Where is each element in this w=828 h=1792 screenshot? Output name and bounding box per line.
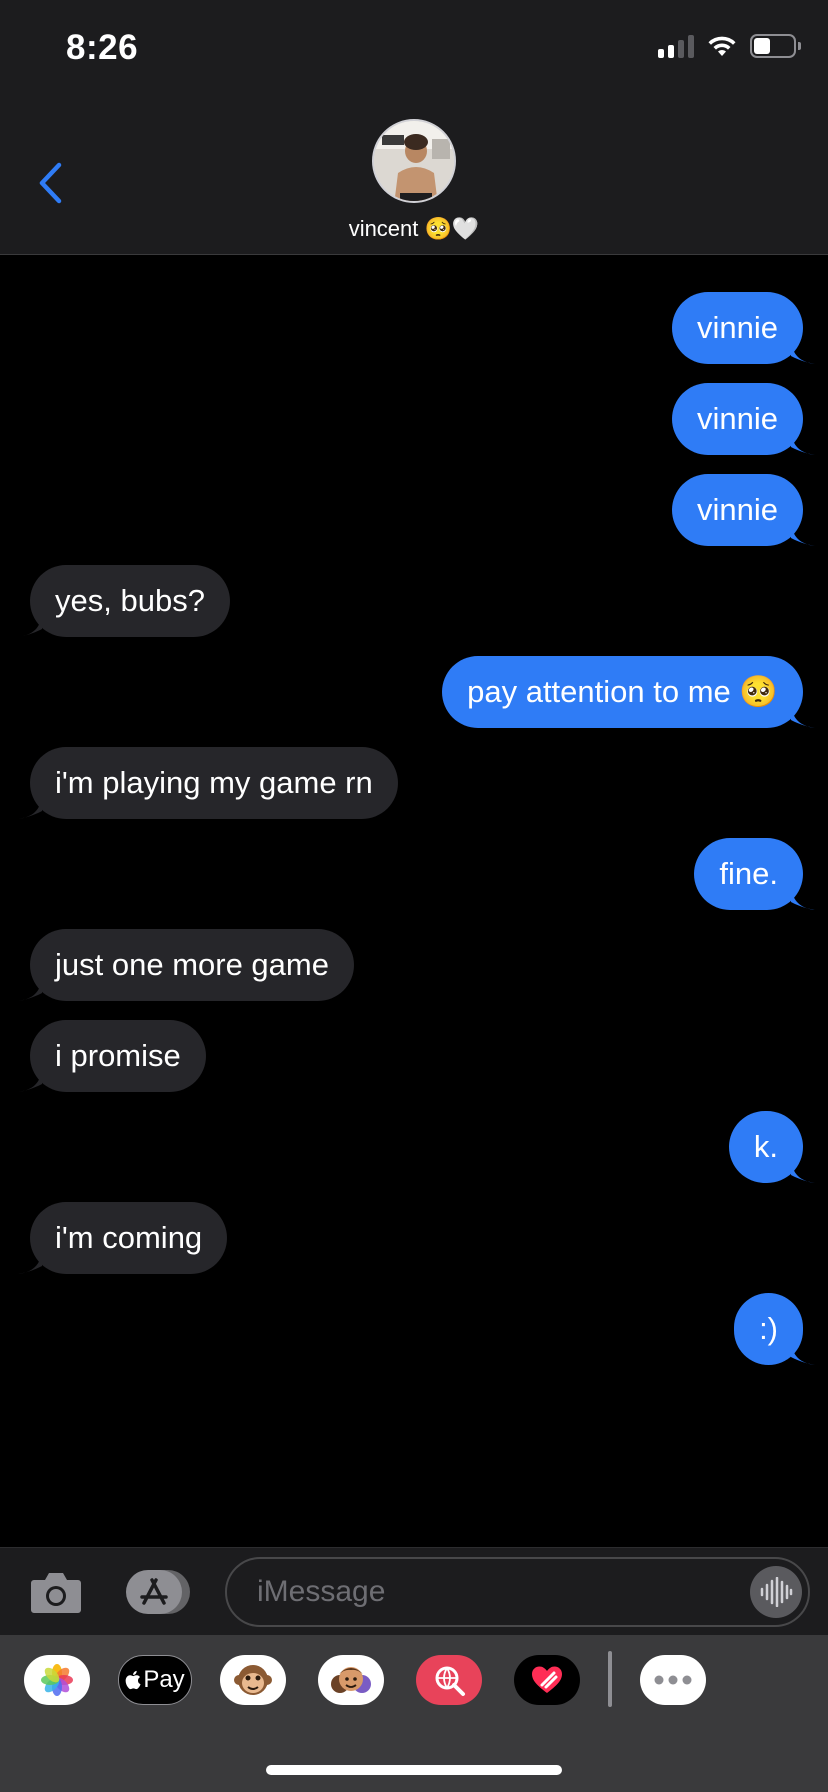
contact-avatar-photo — [374, 121, 454, 201]
message-text: i promise — [55, 1038, 181, 1073]
animoji-monkey-icon — [234, 1665, 272, 1695]
bubble-tail — [791, 524, 815, 546]
incoming-message[interactable]: i promise — [18, 1020, 206, 1092]
bubble-tail — [791, 888, 815, 910]
message-text: vinnie — [697, 310, 778, 345]
web-search-button[interactable] — [416, 1655, 482, 1705]
bubble-tail — [791, 433, 815, 455]
message-thread: vinnie vinnie vinnie yes, bubs? pay atte… — [0, 256, 828, 1546]
conversation-header: 8:26 vincent 🥺🤍 — [0, 0, 828, 255]
digital-touch-icon — [532, 1666, 562, 1693]
incoming-message[interactable]: yes, bubs? — [18, 565, 230, 637]
more-apps-icon — [654, 1675, 692, 1685]
outgoing-message[interactable]: k. — [728, 1111, 815, 1183]
animoji-button[interactable] — [220, 1655, 286, 1705]
outgoing-message[interactable]: vinnie — [672, 383, 815, 455]
apple-pay-button[interactable]: Pay — [118, 1655, 192, 1705]
incoming-message[interactable]: just one more game — [18, 929, 354, 1001]
drawer-divider — [608, 1651, 612, 1707]
message-text: k. — [753, 1129, 778, 1164]
photos-app-button[interactable] — [24, 1655, 90, 1705]
apple-pay-label: Pay — [143, 1666, 185, 1693]
more-apps-button[interactable] — [640, 1655, 706, 1705]
message-text: i'm playing my game rn — [55, 765, 373, 800]
bubble-tail — [791, 1343, 815, 1365]
memoji-stickers-button[interactable] — [318, 1655, 384, 1705]
message-input[interactable] — [257, 1559, 717, 1625]
message-text: :) — [759, 1311, 778, 1346]
audio-message-button[interactable] — [750, 1566, 802, 1618]
message-input-field[interactable] — [225, 1557, 810, 1627]
contact-name[interactable]: vincent 🥺🤍 — [0, 216, 828, 242]
home-indicator[interactable] — [266, 1765, 562, 1775]
status-time: 8:26 — [66, 28, 139, 67]
outgoing-message[interactable]: vinnie — [672, 292, 815, 364]
back-button[interactable] — [30, 158, 70, 208]
audio-waveform-icon — [760, 1577, 793, 1607]
wifi-icon — [708, 36, 736, 56]
message-text: yes, bubs? — [55, 583, 205, 618]
memoji-stickers-icon — [331, 1667, 371, 1693]
apple-logo-icon — [125, 1670, 141, 1690]
bubble-tail — [18, 1070, 42, 1092]
bubble-tail — [791, 706, 815, 728]
app-drawer: Pay — [0, 1635, 828, 1792]
app-store-button[interactable] — [126, 1570, 190, 1614]
outgoing-message[interactable]: vinnie — [672, 474, 815, 546]
battery-icon — [750, 34, 801, 58]
message-text: fine. — [719, 856, 778, 891]
message-text: i'm coming — [55, 1220, 203, 1255]
message-text: vinnie — [697, 492, 778, 527]
web-search-icon — [435, 1666, 465, 1696]
incoming-message[interactable]: i'm coming — [18, 1202, 228, 1274]
outgoing-message[interactable]: fine. — [694, 838, 815, 910]
message-text: vinnie — [697, 401, 778, 436]
bubble-tail — [18, 979, 42, 1001]
message-text: just one more game — [55, 947, 329, 982]
camera-button[interactable] — [30, 1570, 82, 1614]
outgoing-message[interactable]: :) — [734, 1293, 815, 1365]
message-text: pay attention to me 🥺 — [467, 674, 778, 709]
bubble-tail — [791, 1161, 815, 1183]
photos-app-icon — [41, 1664, 73, 1696]
cellular-signal-icon — [658, 34, 694, 58]
app-store-icon — [126, 1570, 190, 1614]
incoming-message[interactable]: i'm playing my game rn — [18, 747, 398, 819]
status-icons — [658, 34, 801, 58]
bubble-tail — [18, 615, 42, 637]
digital-touch-button[interactable] — [514, 1655, 580, 1705]
camera-icon — [31, 1573, 81, 1613]
bubble-tail — [18, 797, 42, 819]
bubble-tail — [18, 1252, 42, 1274]
outgoing-message[interactable]: pay attention to me 🥺 — [442, 656, 815, 728]
compose-bar — [0, 1547, 828, 1635]
bubble-tail — [791, 342, 815, 364]
avatar[interactable] — [372, 119, 456, 203]
chevron-left-icon — [39, 162, 62, 204]
